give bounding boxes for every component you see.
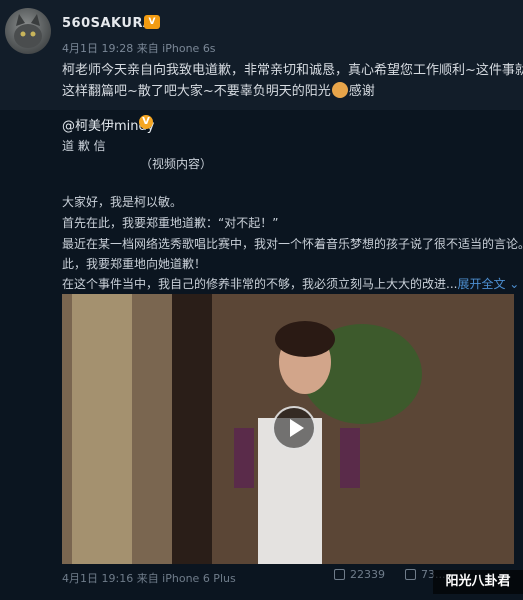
post-meta: 4月1日 19:28 来自 iPhone 6s bbox=[62, 42, 216, 55]
post-text-segment: 这样翻篇吧~散了吧大家~不要辜负明天的阳光 bbox=[62, 84, 331, 99]
body-line: 首先在此，我要郑重地道歉：“对不起！” bbox=[62, 216, 279, 230]
post-text-line: 柯老师今天亲自向我致电道歉，非常亲切和诚恳，真心希望您工作顺利~这件事就 bbox=[62, 63, 523, 78]
body-line: 此，我要郑重地向她道歉！ bbox=[62, 257, 207, 271]
emoji-icon bbox=[331, 82, 348, 98]
cat-avatar-icon bbox=[14, 14, 42, 48]
repost-count-value: 22339 bbox=[350, 568, 385, 581]
comment-icon bbox=[405, 569, 416, 580]
watermark: 阳光八卦君 bbox=[433, 570, 523, 594]
verified-icon: V bbox=[139, 115, 153, 129]
play-icon[interactable] bbox=[272, 406, 316, 450]
repost-count[interactable]: 22339 bbox=[334, 568, 385, 581]
post-text-segment: 感谢 bbox=[348, 84, 375, 99]
expand-full-text-link[interactable]: 展开全文 bbox=[457, 277, 505, 291]
chevron-down-icon[interactable]: ⌄ bbox=[505, 277, 519, 291]
avatar[interactable] bbox=[5, 8, 51, 54]
vip-badge-icon: V bbox=[144, 15, 160, 29]
post-text-line: 这样翻篇吧~散了吧大家~不要辜负明天的阳光 感谢 bbox=[62, 81, 522, 102]
body-line: 最近在某一档网络选秀歌唱比赛中，我对一个怀着音乐梦想的孩子说了很不适当的言论。在 bbox=[62, 237, 523, 251]
post-text: 柯老师今天亲自向我致电道歉，非常亲切和诚恳，真心希望您工作顺利~这件事就 这样翻… bbox=[62, 60, 523, 102]
username[interactable]: 560SAKURA bbox=[62, 16, 154, 31]
repost-meta: 4月1日 19:16 来自 iPhone 6 Plus bbox=[62, 572, 236, 585]
video-note: （视频内容） bbox=[140, 157, 213, 171]
letter-title: 道 歉 信 bbox=[62, 139, 106, 153]
body-line: 在这个事件当中，我自己的修养非常的不够，我必须立刻马上大大的改进...展开全文 … bbox=[62, 275, 519, 292]
video-player[interactable] bbox=[62, 294, 514, 564]
body-line: 大家好，我是柯以敏。 bbox=[62, 195, 183, 209]
body-line-text: 在这个事件当中，我自己的修养非常的不够，我必须立刻马上大大的改进... bbox=[62, 277, 458, 291]
weibo-post: 560SAKURA V 4月1日 19:28 来自 iPhone 6s 柯老师今… bbox=[0, 0, 523, 110]
repost-icon bbox=[334, 569, 345, 580]
